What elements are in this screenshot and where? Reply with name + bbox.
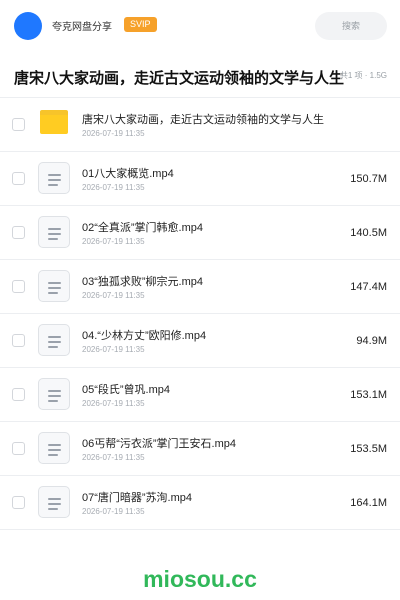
item-name: 02“全真派”掌门韩愈.mp4 — [82, 222, 204, 234]
file-icon — [38, 486, 70, 518]
file-icon — [38, 324, 70, 356]
list-item[interactable]: 07“唐门暗器”苏洵.mp4 2026-07-19 11:35 164.1M — [0, 476, 400, 530]
list-item[interactable]: 唐宋八大家动画，走近古文运动领袖的文学与人生 2026-07-19 11:35 — [0, 98, 400, 152]
top-bar: 夸克网盘分享 SVIP 搜索 — [0, 0, 400, 52]
item-size: 164.1M — [350, 497, 387, 509]
app-name: 夸克网盘分享 — [52, 22, 112, 33]
list-item[interactable]: 02“全真派”掌门韩愈.mp4 2026-07-19 11:35 140.5M — [0, 206, 400, 260]
list-item[interactable]: 05“段氏”曾巩.mp4 2026-07-19 11:35 153.1M — [0, 368, 400, 422]
file-icon — [38, 162, 70, 194]
folder-summary: 共1 项 · 1.5G — [339, 70, 387, 81]
row-checkbox[interactable] — [12, 172, 25, 185]
row-checkbox[interactable] — [12, 334, 25, 347]
item-name: 05“段氏”曾巩.mp4 — [82, 384, 171, 396]
watermark: miosou.cc — [143, 566, 257, 592]
file-icon — [38, 378, 70, 410]
list-item[interactable]: 06丐帮“污衣派”掌门王安石.mp4 2026-07-19 11:35 153.… — [0, 422, 400, 476]
item-size: 150.7M — [350, 173, 387, 185]
item-size: 94.9M — [356, 335, 387, 347]
row-checkbox[interactable] — [12, 388, 25, 401]
item-date: 2026-07-19 11:35 — [82, 291, 145, 300]
item-date: 2026-07-19 11:35 — [82, 507, 145, 516]
file-icon — [38, 432, 70, 464]
row-checkbox[interactable] — [12, 118, 25, 131]
item-date: 2026-07-19 11:35 — [82, 399, 145, 408]
list-item[interactable]: 03“独孤求败”柳宗元.mp4 2026-07-19 11:35 147.4M — [0, 260, 400, 314]
item-name: 唐宋八大家动画，走近古文运动领袖的文学与人生 — [82, 114, 324, 126]
item-size: 140.5M — [350, 227, 387, 239]
search-input[interactable]: 搜索 — [315, 12, 387, 40]
item-size: 153.1M — [350, 389, 387, 401]
item-size: 147.4M — [350, 281, 387, 293]
item-name: 07“唐门暗器”苏洵.mp4 — [82, 492, 193, 504]
item-name: 03“独孤求败”柳宗元.mp4 — [82, 276, 204, 288]
svip-badge[interactable]: SVIP — [124, 17, 157, 32]
row-checkbox[interactable] — [12, 442, 25, 455]
file-icon — [38, 216, 70, 248]
item-name: 01八大家概览.mp4 — [82, 168, 174, 180]
list-item[interactable]: 04.“少林方丈”欧阳修.mp4 2026-07-19 11:35 94.9M — [0, 314, 400, 368]
row-checkbox[interactable] — [12, 226, 25, 239]
item-name: 06丐帮“污衣派”掌门王安石.mp4 — [82, 438, 237, 450]
item-date: 2026-07-19 11:35 — [82, 237, 145, 246]
folder-icon — [40, 110, 68, 134]
list-item[interactable]: 01八大家概览.mp4 2026-07-19 11:35 150.7M — [0, 152, 400, 206]
folder-header: 唐宋八大家动画，走近古文运动领袖的文学与人生 共1 项 · 1.5G — [0, 52, 400, 98]
item-date: 2026-07-19 11:35 — [82, 129, 145, 138]
row-checkbox[interactable] — [12, 280, 25, 293]
item-name: 04.“少林方丈”欧阳修.mp4 — [82, 330, 207, 342]
item-date: 2026-07-19 11:35 — [82, 183, 145, 192]
item-date: 2026-07-19 11:35 — [82, 345, 145, 354]
file-icon — [38, 270, 70, 302]
page-title: 唐宋八大家动画，走近古文运动领袖的文学与人生 — [14, 70, 345, 87]
item-size: 153.5M — [350, 443, 387, 455]
row-checkbox[interactable] — [12, 496, 25, 509]
item-date: 2026-07-19 11:35 — [82, 453, 145, 462]
avatar[interactable] — [14, 12, 42, 40]
